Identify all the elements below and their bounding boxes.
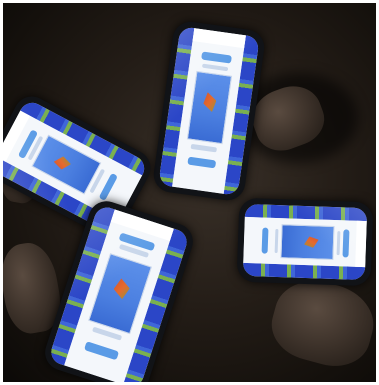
phone-top [151, 19, 267, 203]
photo-scene [3, 3, 376, 382]
hand-bottom-right [264, 271, 376, 375]
phone-right [236, 197, 374, 287]
phone-right-screen [242, 203, 368, 281]
phone-bottom-left [40, 196, 198, 382]
phone-bottom-left-screen [48, 204, 190, 382]
phone-top-screen [158, 26, 260, 196]
